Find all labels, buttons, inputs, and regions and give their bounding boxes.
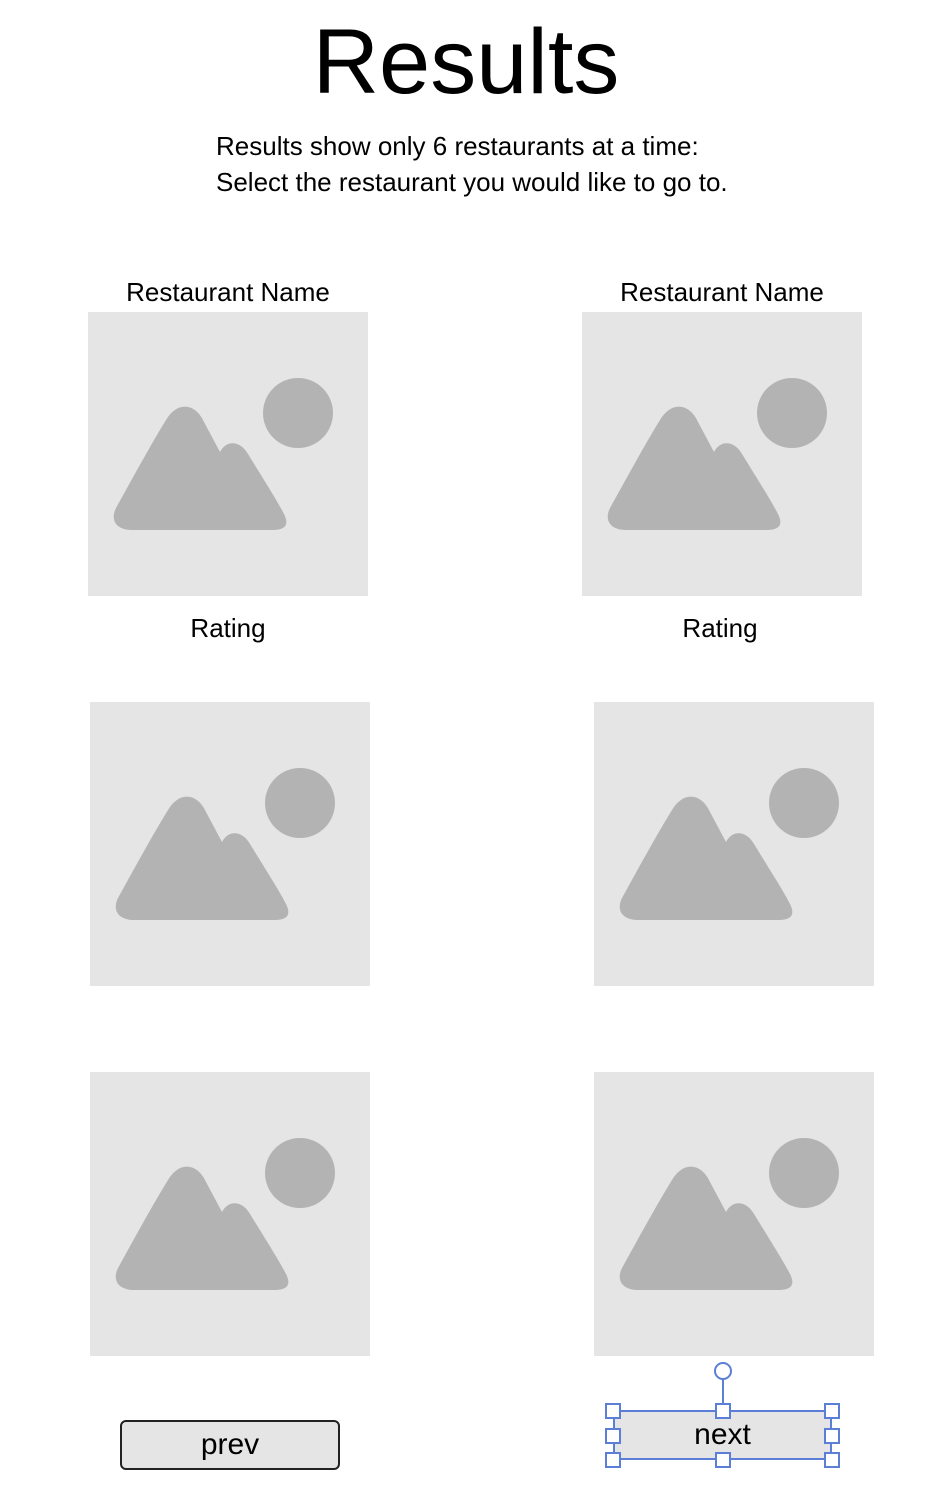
image-placeholder-icon bbox=[115, 1138, 335, 1290]
restaurant-image[interactable] bbox=[594, 702, 874, 986]
image-placeholder-icon bbox=[619, 768, 839, 920]
restaurant-name-label: Restaurant Name bbox=[126, 277, 330, 307]
image-placeholder-icon bbox=[113, 378, 333, 530]
restaurant-image[interactable] bbox=[90, 1072, 370, 1356]
image-placeholder-icon bbox=[115, 768, 335, 920]
page-title: Results bbox=[312, 11, 620, 113]
restaurant-name-label: Restaurant Name bbox=[620, 277, 824, 307]
rating-label: Rating bbox=[190, 613, 266, 643]
instructions-text: Results show only 6 restaurants at a tim… bbox=[216, 131, 728, 197]
image-placeholder-icon bbox=[607, 378, 827, 530]
next-button[interactable]: next bbox=[613, 1410, 832, 1460]
prev-button[interactable]: prev bbox=[120, 1420, 340, 1470]
restaurant-image[interactable] bbox=[582, 312, 862, 596]
restaurant-image[interactable] bbox=[594, 1072, 874, 1356]
restaurant-image[interactable] bbox=[88, 312, 368, 596]
rating-label: Rating bbox=[682, 613, 758, 643]
rotate-handle[interactable] bbox=[714, 1362, 732, 1380]
image-placeholder-icon bbox=[619, 1138, 839, 1290]
restaurant-image[interactable] bbox=[90, 702, 370, 986]
